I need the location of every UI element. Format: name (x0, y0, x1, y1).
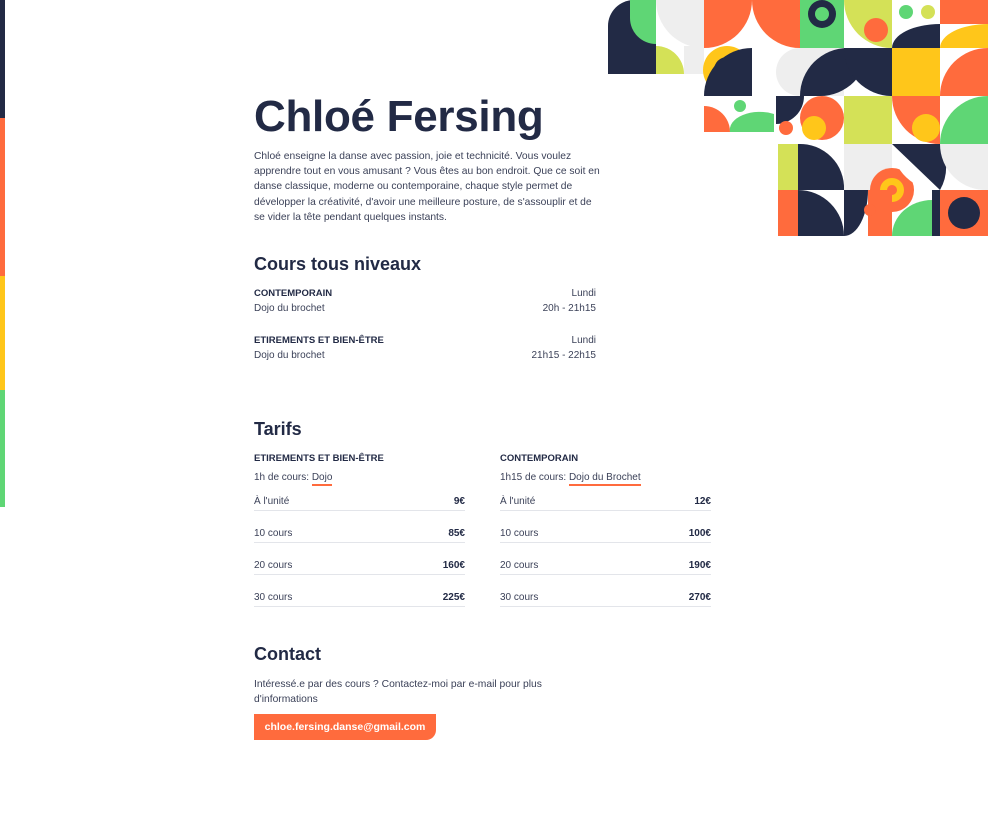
contact-text: Intéressé.e par des cours ? Contactez-mo… (254, 679, 542, 705)
tarif-duration-label: 1h15 de cours: (500, 472, 569, 483)
tarif-name: ETIREMENTS ET BIEN-ÊTRE (254, 453, 384, 464)
price-row: À l'unité 9€ (254, 495, 465, 511)
strip-navy (0, 0, 5, 118)
price-label: À l'unité (500, 496, 536, 507)
price-row: 10 cours 100€ (500, 527, 711, 543)
tarif-duration-label: 1h de cours: (254, 472, 312, 483)
price-value: 100€ (688, 528, 711, 539)
strip-green (0, 390, 5, 507)
price-label: 20 cours (500, 560, 539, 571)
price-row: À l'unité 12€ (500, 495, 711, 511)
price-row: 20 cours 160€ (254, 559, 465, 575)
course-place: Dojo du brochet (254, 303, 325, 314)
price-value: 270€ (688, 592, 711, 603)
tarif-duration: 1h de cours: Dojo (254, 472, 333, 486)
price-value: 190€ (688, 560, 711, 571)
tarif-place-link[interactable]: Dojo du Brochet (568, 472, 641, 486)
course-day: Lundi (571, 288, 596, 299)
course-time: 21h15 - 22h15 (531, 350, 596, 361)
course-name: CONTEMPORAIN (254, 288, 333, 299)
price-row: 20 cours 190€ (500, 559, 711, 575)
page-title: Chloé Fersing (254, 92, 544, 141)
price-label: 10 cours (254, 528, 293, 539)
price-value: 85€ (448, 528, 465, 539)
price-row: 30 cours 270€ (500, 591, 711, 607)
courses-heading: Cours tous niveaux (254, 254, 422, 274)
strip-yellow (0, 276, 5, 390)
course-item: CONTEMPORAIN Lundi Dojo du brochet 20h -… (254, 286, 596, 316)
price-row: 30 cours 225€ (254, 591, 465, 607)
geometric-pattern-illustration (608, 0, 988, 236)
price-value: 160€ (442, 560, 465, 571)
price-label: 30 cours (254, 592, 293, 603)
contact-heading: Contact (254, 644, 321, 664)
course-name: ETIREMENTS ET BIEN-ÊTRE (254, 335, 384, 346)
tarif-place-link[interactable]: Dojo (311, 472, 333, 486)
price-value: 9€ (453, 496, 465, 507)
price-value: 12€ (694, 496, 711, 507)
intro-paragraph: Chloé enseigne la danse avec passion, jo… (254, 151, 600, 223)
price-label: 10 cours (500, 528, 539, 539)
email-button[interactable]: chloe.fersing.danse@gmail.com (254, 714, 436, 740)
course-day: Lundi (571, 335, 596, 346)
price-label: 30 cours (500, 592, 539, 603)
course-item: ETIREMENTS ET BIEN-ÊTRE Lundi Dojo du br… (254, 333, 596, 363)
price-label: 20 cours (254, 560, 293, 571)
strip-orange (0, 118, 5, 276)
course-time: 20h - 21h15 (542, 303, 596, 314)
course-place: Dojo du brochet (254, 350, 325, 361)
price-value: 225€ (442, 592, 465, 603)
price-row: 10 cours 85€ (254, 527, 465, 543)
tarif-duration: 1h15 de cours: Dojo du Brochet (500, 472, 641, 486)
tarif-name: CONTEMPORAIN (500, 453, 579, 464)
price-label: À l'unité (254, 496, 290, 507)
tarifs-heading: Tarifs (254, 419, 302, 439)
